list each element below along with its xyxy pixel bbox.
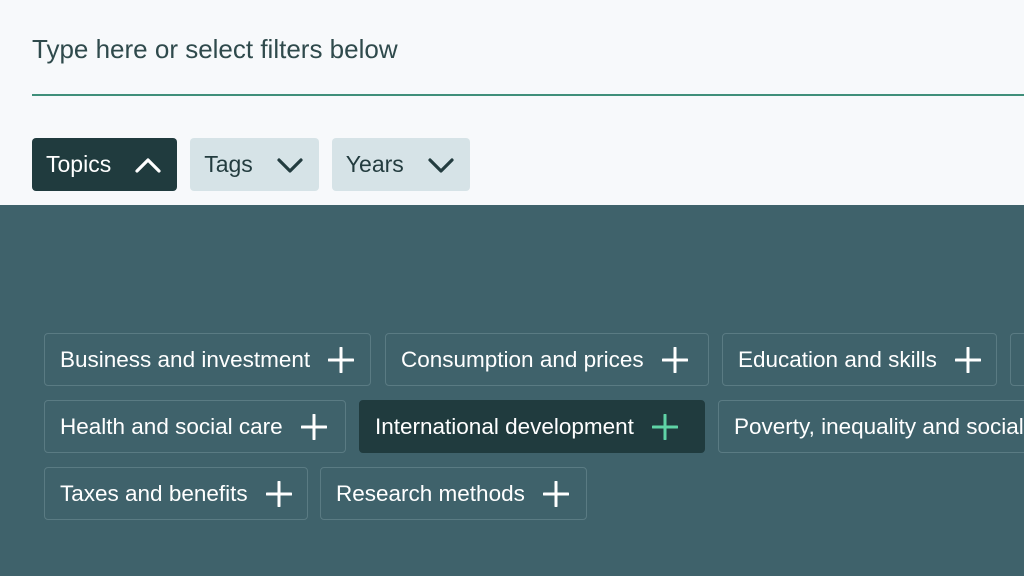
tags-filter-label: Tags	[204, 151, 253, 177]
topic-chip[interactable]: Poverty, inequality and social	[718, 400, 1024, 453]
topic-chip[interactable]: Consumption and prices	[385, 333, 709, 386]
topics-filter-label: Topics	[46, 151, 112, 177]
topics-filter-button[interactable]: Topics	[32, 138, 178, 191]
plus-icon	[661, 346, 688, 373]
topic-chip-selected[interactable]: International development	[359, 400, 705, 453]
tags-filter-button[interactable]: Tags	[190, 138, 319, 191]
chevron-down-icon	[428, 157, 454, 173]
topic-chip[interactable]: Research methods	[320, 467, 587, 520]
topic-chip-label: International development	[375, 413, 634, 439]
chevron-down-icon	[277, 157, 303, 173]
topic-chip-label: Health and social care	[60, 413, 283, 439]
topic-chip-label: Consumption and prices	[401, 346, 644, 372]
plus-icon	[300, 413, 327, 440]
plus-icon	[651, 413, 678, 440]
topic-chip-label: Business and investment	[60, 346, 311, 372]
years-filter-label: Years	[345, 151, 404, 177]
plus-icon	[328, 346, 355, 373]
search-header: Topics Tags Years	[0, 0, 1024, 205]
topic-chip-label: Taxes and benefits	[60, 480, 248, 506]
topic-chip[interactable]: Education and skills	[722, 333, 997, 386]
topic-chip-label: Research methods	[336, 480, 525, 506]
topics-panel: Business and investment Consumption and …	[0, 205, 1024, 576]
topic-chip[interactable]: Taxes and benefits	[44, 467, 308, 520]
chevron-up-icon	[135, 157, 161, 173]
search-input[interactable]	[32, 30, 1024, 96]
filter-bar: Topics Tags Years	[32, 138, 470, 191]
topic-chip-label: Poverty, inequality and social	[734, 413, 1024, 439]
plus-icon	[954, 346, 981, 373]
topic-chip-label: Education and skills	[738, 346, 937, 372]
years-filter-button[interactable]: Years	[331, 138, 470, 191]
plus-icon	[542, 480, 569, 507]
plus-icon	[265, 480, 292, 507]
topic-chip[interactable]: Business and investment	[44, 333, 371, 386]
topic-chip-partial[interactable]	[1010, 333, 1024, 386]
topic-chip[interactable]: Health and social care	[44, 400, 346, 453]
